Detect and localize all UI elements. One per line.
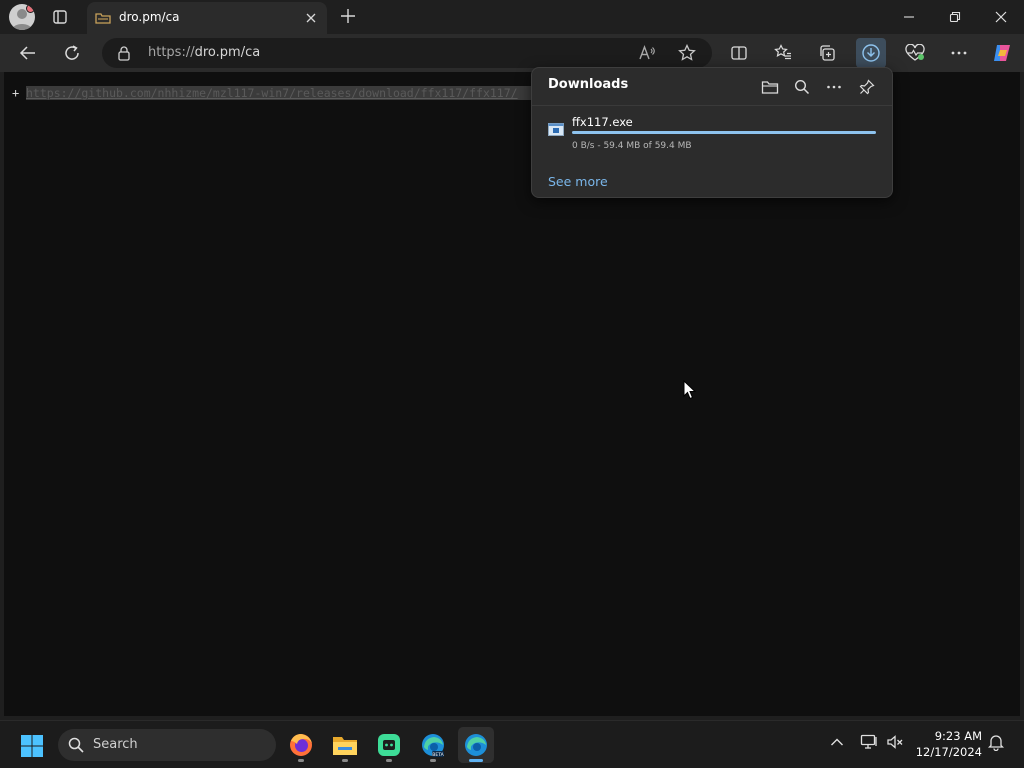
profile-avatar[interactable] <box>9 4 35 30</box>
browser-tab[interactable]: dro.pm/ca <box>87 2 327 34</box>
network-icon[interactable] <box>860 733 878 751</box>
copilot-button[interactable] <box>987 38 1017 68</box>
running-indicator <box>386 759 392 762</box>
tab-actions-icon[interactable] <box>50 7 70 27</box>
running-indicator <box>342 759 348 762</box>
taskbar-app-chat[interactable] <box>371 727 407 763</box>
title-bar: dro.pm/ca <box>0 0 1024 34</box>
lock-icon[interactable] <box>116 45 132 61</box>
address-url[interactable]: https://dro.pm/ca <box>148 45 260 60</box>
edge-icon <box>465 734 487 756</box>
site-favicon-icon <box>95 11 111 25</box>
taskbar-app-edge[interactable] <box>458 727 494 763</box>
more-dots-icon <box>951 51 967 55</box>
minimize-button[interactable] <box>886 0 932 34</box>
download-status: 0 B/s - 59.4 MB of 59.4 MB <box>572 141 692 151</box>
start-button[interactable] <box>20 734 44 758</box>
profile-notification-dot <box>26 4 35 13</box>
mouse-cursor-icon <box>683 380 697 400</box>
clock-time: 9:23 AM <box>934 729 982 743</box>
favorites-button[interactable] <box>768 38 798 68</box>
back-button[interactable] <box>13 38 43 68</box>
firefox-icon <box>290 734 312 756</box>
settings-more-button[interactable] <box>944 38 974 68</box>
chat-app-icon <box>378 734 400 756</box>
close-icon <box>995 11 1007 23</box>
download-file-name[interactable]: ffx117.exe <box>572 115 633 129</box>
favorites-list-icon <box>774 44 791 60</box>
more-options-icon[interactable] <box>823 76 845 98</box>
downloads-button[interactable] <box>856 38 886 68</box>
pin-icon[interactable] <box>856 76 878 98</box>
taskbar: Search BETA 9:23 AM 12/17/2024 <box>0 720 1024 768</box>
url-host: dro.pm/ca <box>194 45 261 60</box>
back-arrow-icon <box>19 46 35 60</box>
tab-title: dro.pm/ca <box>119 10 180 24</box>
heart-pulse-icon <box>905 44 925 61</box>
address-bar[interactable]: https://dro.pm/ca <box>102 38 712 68</box>
split-screen-icon <box>731 46 747 60</box>
flyout-divider <box>532 105 892 106</box>
restore-button[interactable] <box>932 0 978 34</box>
window-controls <box>886 0 1024 34</box>
windows-logo-icon <box>21 735 43 757</box>
download-progress-fill <box>572 131 876 134</box>
clock-date: 12/17/2024 <box>915 745 982 759</box>
copilot-icon <box>994 45 1010 61</box>
refresh-button[interactable] <box>57 38 87 68</box>
minimize-icon <box>904 16 914 18</box>
read-aloud-icon[interactable] <box>638 44 656 62</box>
url-scheme: https:// <box>148 45 195 60</box>
download-progress-bar <box>572 131 876 134</box>
close-window-button[interactable] <box>978 0 1024 34</box>
notification-bell-icon[interactable] <box>988 733 1004 751</box>
running-indicator <box>430 759 436 762</box>
running-indicator <box>298 759 304 762</box>
file-explorer-icon <box>333 737 357 755</box>
system-clock[interactable]: 9:23 AM 12/17/2024 <box>916 728 982 760</box>
expand-prefix: + <box>12 86 20 100</box>
downloads-title: Downloads <box>548 77 629 92</box>
taskbar-app-edge-beta[interactable]: BETA <box>415 727 451 763</box>
svg-text:BETA: BETA <box>432 752 444 758</box>
favorite-star-icon[interactable] <box>678 44 696 62</box>
split-screen-button[interactable] <box>724 38 754 68</box>
open-downloads-folder-icon[interactable] <box>759 76 781 98</box>
edge-beta-icon: BETA <box>422 734 445 758</box>
collections-icon <box>820 45 835 61</box>
refresh-icon <box>65 45 79 60</box>
taskbar-search[interactable]: Search <box>58 729 276 761</box>
downloads-flyout: Downloads ffx117.exe 0 B/s - 59.4 MB of … <box>531 67 893 198</box>
new-tab-button[interactable] <box>338 6 358 26</box>
close-tab-icon[interactable] <box>303 10 319 26</box>
volume-muted-icon[interactable] <box>886 733 904 751</box>
download-icon <box>862 44 880 62</box>
collections-button[interactable] <box>812 38 842 68</box>
active-indicator <box>469 759 483 762</box>
restore-icon <box>949 11 961 23</box>
show-hidden-icons-chevron-icon[interactable] <box>830 737 844 747</box>
see-more-link[interactable]: See more <box>548 174 608 189</box>
search-label: Search <box>93 737 138 752</box>
search-icon <box>68 737 84 753</box>
exe-file-icon <box>548 123 564 136</box>
search-downloads-icon[interactable] <box>791 76 813 98</box>
browser-essentials-button[interactable] <box>900 38 930 68</box>
plus-icon <box>341 9 355 23</box>
download-link[interactable]: https://github.com/nhhizme/mzl117-win7/r… <box>26 86 531 100</box>
taskbar-app-firefox[interactable] <box>283 727 319 763</box>
taskbar-app-file-explorer[interactable] <box>327 727 363 763</box>
